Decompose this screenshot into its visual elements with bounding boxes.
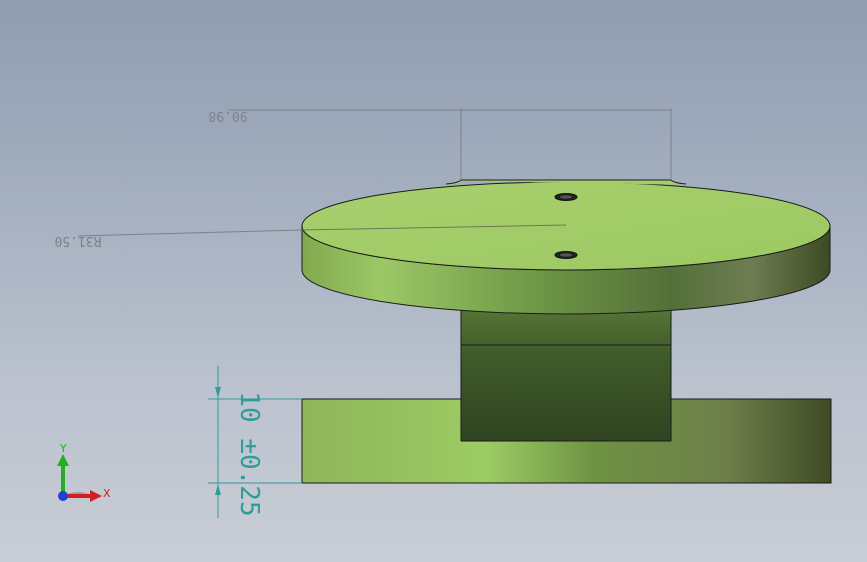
- radius-dimension-label: R31.50: [55, 233, 102, 248]
- hole-top[interactable]: [554, 193, 578, 201]
- hole-bottom[interactable]: [554, 251, 578, 259]
- stem-block[interactable]: [460, 299, 672, 442]
- cad-viewport[interactable]: 90.98 R31.50 10 ±0.25: [0, 0, 867, 562]
- width-dimension-label: 90.98: [208, 108, 247, 123]
- xyz-axis-triad-icon[interactable]: Y X: [46, 438, 126, 518]
- axis-x-label: X: [103, 487, 111, 500]
- height-dimension-label: 10 ±0.25: [234, 391, 264, 516]
- axis-y-label: Y: [60, 442, 67, 455]
- height-dimension[interactable]: 10 ±0.25: [208, 366, 302, 518]
- width-dimension[interactable]: 90.98: [208, 108, 672, 180]
